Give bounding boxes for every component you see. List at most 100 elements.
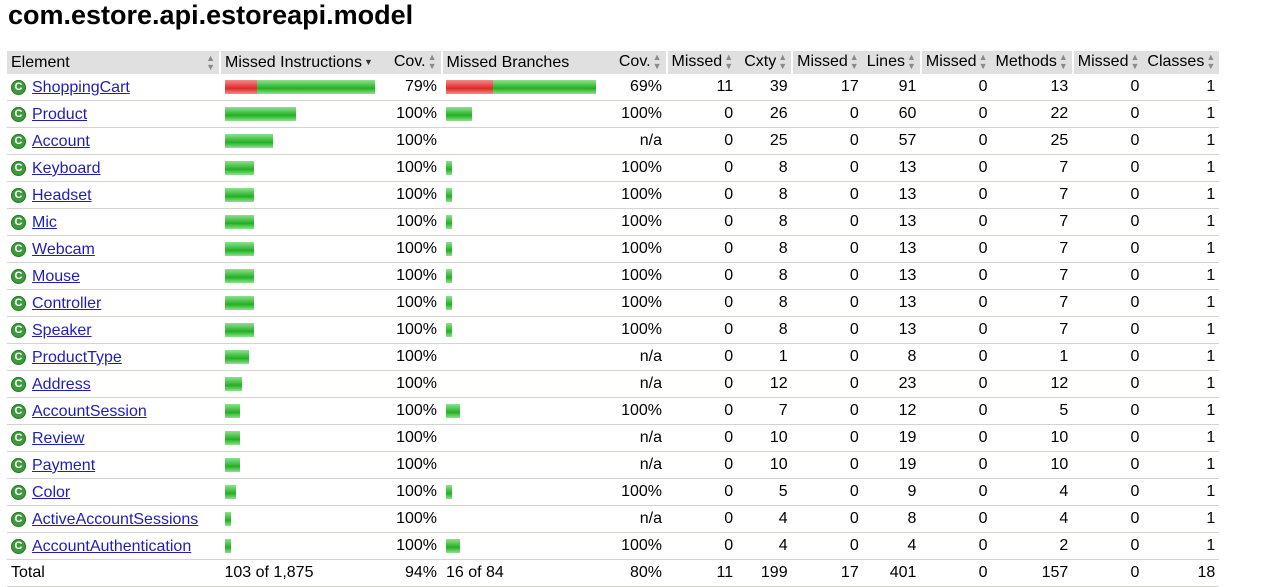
missed-cxty: 0 <box>666 289 738 317</box>
class-icon: C <box>11 350 26 366</box>
class-link[interactable]: Speaker <box>32 322 92 340</box>
missed-methods: 0 <box>920 397 992 425</box>
table-header: Element ▲ ▼ Missed Instructions ▼ Cov. ▲ ▼ Mi… <box>7 51 1220 74</box>
classes: 1 <box>1143 424 1220 452</box>
instructions-coverage: 100% <box>378 505 442 533</box>
class-link[interactable]: Controller <box>32 295 101 313</box>
missed-classes: 0 <box>1072 235 1144 263</box>
instructions-bar-cell <box>219 316 379 344</box>
methods: 1 <box>991 343 1073 371</box>
class-link[interactable]: Webcam <box>32 241 95 259</box>
branches-coverage-bar <box>446 539 600 553</box>
branches-coverage-bar <box>446 485 600 499</box>
instructions-coverage: 100% <box>378 100 442 128</box>
table-row: C AccountSession 100% 100% 0 7 0 12 0 5 0 1 <box>7 397 1220 425</box>
header-methods[interactable]: Methods ▲ ▼ <box>991 51 1073 74</box>
instructions-bar-cell <box>219 262 379 290</box>
covered-bar-segment <box>224 404 240 418</box>
header-cov-instructions[interactable]: Cov. ▲ ▼ <box>378 51 442 74</box>
lines: 13 <box>862 289 921 317</box>
class-link[interactable]: Mic <box>32 214 57 232</box>
class-link[interactable]: ActiveAccountSessions <box>32 511 198 529</box>
header-classes[interactable]: Classes ▲ ▼ <box>1143 51 1220 74</box>
covered-bar-segment <box>446 107 472 121</box>
header-missed-instructions[interactable]: Missed Instructions ▼ <box>219 51 379 74</box>
missed-lines: 0 <box>791 343 863 371</box>
branches-coverage-bar <box>446 242 600 256</box>
instructions-bar-cell <box>219 208 379 236</box>
class-icon: C <box>11 485 26 501</box>
total-missed-methods: 0 <box>920 559 992 587</box>
instructions-coverage-bar <box>224 404 375 418</box>
missed-cxty: 0 <box>666 397 738 425</box>
header-missed-branches-label: Missed Branches <box>446 53 570 71</box>
missed-lines: 0 <box>791 100 863 128</box>
missed-lines: 0 <box>791 532 863 560</box>
covered-bar-segment <box>446 323 452 337</box>
header-cov-branches[interactable]: Cov. ▲ ▼ <box>603 51 667 74</box>
covered-bar-segment <box>224 323 254 337</box>
classes: 1 <box>1143 100 1220 128</box>
instructions-coverage-bar <box>224 107 375 121</box>
instructions-coverage-bar <box>224 215 375 229</box>
branches-coverage: n/a <box>603 505 667 533</box>
header-missed-lines[interactable]: Missed ▲ ▼ <box>791 51 863 74</box>
class-link[interactable]: Address <box>32 376 91 394</box>
instructions-coverage-bar <box>224 161 375 175</box>
instructions-bar-cell <box>219 100 379 128</box>
header-missed-classes[interactable]: Missed ▲ ▼ <box>1071 51 1144 74</box>
cxty: 5 <box>737 478 793 506</box>
missed-methods: 0 <box>920 451 992 479</box>
covered-bar-segment <box>446 539 460 553</box>
lines: 23 <box>862 370 921 398</box>
class-link[interactable]: Keyboard <box>32 160 101 178</box>
header-missed-branches[interactable]: Missed Branches <box>440 51 604 74</box>
class-link[interactable]: Payment <box>32 457 95 475</box>
table-row: C Mic 100% 100% 0 8 0 13 0 7 0 1 <box>7 208 1220 236</box>
class-link[interactable]: Headset <box>32 187 92 205</box>
class-link[interactable]: Account <box>32 133 90 151</box>
total-cxty: 199 <box>737 559 793 587</box>
lines: 12 <box>862 397 921 425</box>
header-missed-cxty[interactable]: Missed ▲ ▼ <box>665 51 738 74</box>
branches-coverage-bar <box>446 80 600 94</box>
table-row: C Keyboard 100% 100% 0 8 0 13 0 7 0 1 <box>7 154 1220 182</box>
table-row: C AccountAuthentication 100% 100% 0 4 0 4 0 2 0 1 <box>7 532 1220 560</box>
class-link[interactable]: AccountAuthentication <box>32 538 191 556</box>
header-lines[interactable]: Lines ▲ ▼ <box>862 51 921 74</box>
instructions-coverage: 100% <box>378 532 442 560</box>
class-link[interactable]: Mouse <box>32 268 80 286</box>
missed-lines: 0 <box>791 370 863 398</box>
lines: 13 <box>862 235 921 263</box>
class-link[interactable]: ProductType <box>32 349 122 367</box>
sort-icon: ▲ ▼ <box>978 52 988 72</box>
class-link[interactable]: Product <box>32 106 87 124</box>
missed-cxty: 0 <box>666 154 738 182</box>
missed-cxty: 0 <box>666 532 738 560</box>
table-row: C Review 100% n/a 0 10 0 19 0 10 0 1 <box>7 424 1220 452</box>
methods: 7 <box>991 316 1073 344</box>
branches-coverage: 100% <box>603 154 667 182</box>
class-link[interactable]: Review <box>32 430 84 448</box>
class-link[interactable]: Color <box>32 484 70 502</box>
total-missed-classes: 0 <box>1072 559 1144 587</box>
missed-classes: 0 <box>1072 397 1144 425</box>
covered-bar-segment <box>224 539 231 553</box>
missed-methods: 0 <box>920 478 992 506</box>
table-row: C Account 100% n/a 0 25 0 57 0 25 0 1 <box>7 127 1220 155</box>
covered-bar-segment <box>224 431 240 445</box>
header-element[interactable]: Element ▲ ▼ <box>7 51 220 74</box>
header-cxty[interactable]: Cxty ▲ ▼ <box>737 51 793 74</box>
class-link[interactable]: ShoppingCart <box>32 79 130 97</box>
branches-coverage-bar <box>446 431 600 445</box>
class-link[interactable]: AccountSession <box>32 403 147 421</box>
missed-cxty: 0 <box>666 208 738 236</box>
branches-coverage-bar <box>446 134 600 148</box>
element-cell: C Mouse <box>7 262 220 290</box>
instructions-coverage-bar <box>224 539 375 553</box>
branches-coverage: 100% <box>603 100 667 128</box>
instructions-bar-cell <box>219 424 379 452</box>
element-wrapper: C Webcam <box>11 241 95 259</box>
branches-coverage-bar <box>446 215 600 229</box>
header-missed-methods[interactable]: Missed ▲ ▼ <box>919 51 992 74</box>
